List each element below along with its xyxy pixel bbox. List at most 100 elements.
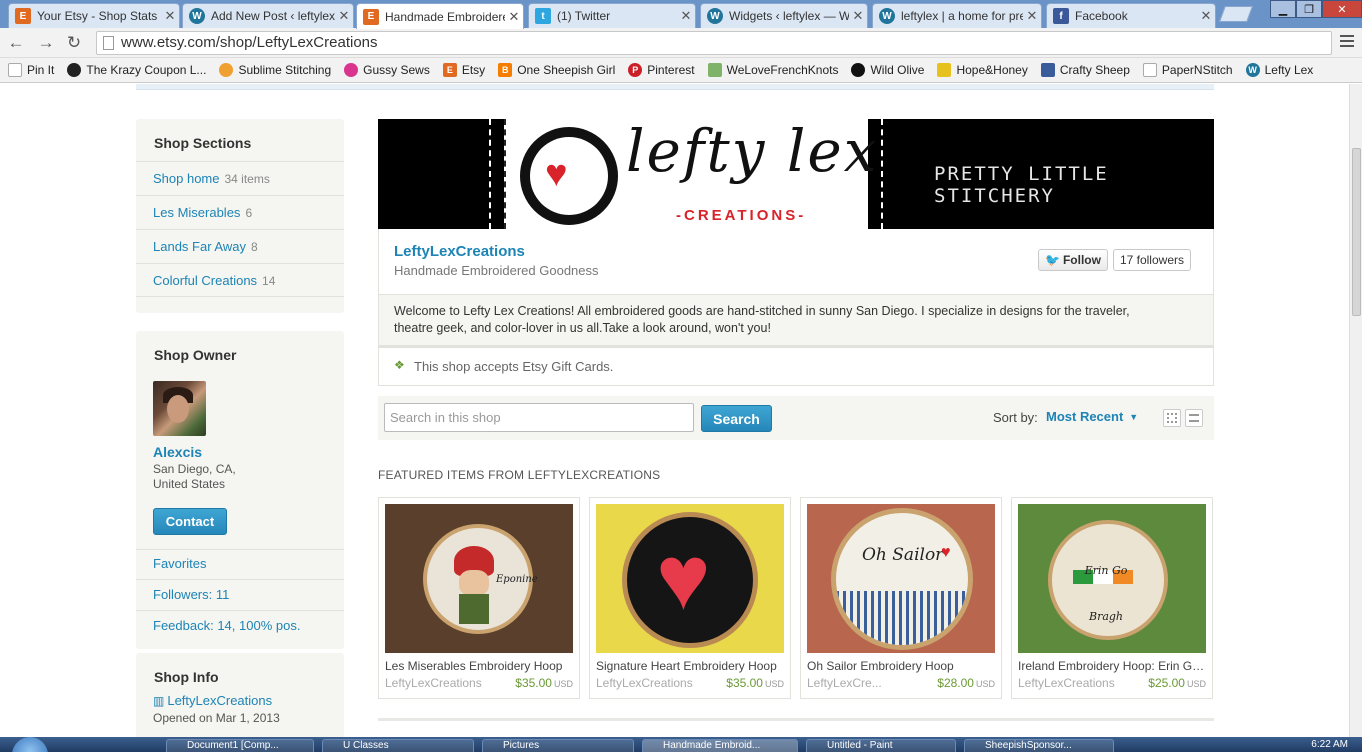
- item-title[interactable]: Les Miserables Embroidery Hoop: [385, 659, 573, 673]
- favorites-link[interactable]: Favorites: [153, 556, 206, 571]
- item-card[interactable]: Erin Go Bragh Ireland Embroidery Hoop: E…: [1011, 497, 1213, 699]
- item-card[interactable]: Oh Sailor ♥ Oh Sailor Embroidery Hoop Le…: [800, 497, 1002, 699]
- owner-name[interactable]: Alexcis: [153, 444, 202, 460]
- item-shop[interactable]: LeftyLexCreations: [1018, 676, 1115, 690]
- close-tab-icon[interactable]: ✕: [677, 8, 695, 24]
- shop-name[interactable]: LeftyLexCreations: [394, 243, 525, 260]
- close-tab-icon[interactable]: ✕: [1023, 8, 1041, 24]
- twitter-follower-count[interactable]: 17 followers: [1112, 249, 1191, 271]
- tab-your-etsy-shop-stats[interactable]: E Your Etsy - Shop Stats ✕: [8, 3, 180, 28]
- start-button-icon[interactable]: [12, 737, 48, 752]
- tab-twitter[interactable]: t (1) Twitter ✕: [528, 3, 696, 28]
- bookmark-hope-honey[interactable]: Hope&Honey: [937, 63, 1028, 77]
- sort-dropdown[interactable]: Most Recent ▼: [1046, 409, 1138, 424]
- bookmark-pin-it[interactable]: Pin It: [8, 63, 54, 77]
- item-photo[interactable]: Oh Sailor ♥: [807, 504, 995, 653]
- section-les-miserables[interactable]: Les Miserables 6: [136, 195, 344, 229]
- item-shop[interactable]: LeftyLexCre...: [807, 676, 882, 690]
- item-price: $35.00 USD: [515, 676, 573, 690]
- section-shop-home[interactable]: Shop home 34 items: [136, 161, 344, 195]
- twitter-follow-button[interactable]: 🐦 Follow: [1038, 249, 1108, 271]
- owner-location-line2: United States: [153, 477, 226, 491]
- taskbar-window-pictures[interactable]: Pictures: [482, 739, 634, 752]
- gift-card-icon: ❖: [394, 358, 405, 372]
- facebook-icon: f: [1053, 8, 1069, 24]
- page-icon: [103, 36, 114, 50]
- item-shop[interactable]: LeftyLexCreations: [385, 676, 482, 690]
- taskbar-window-paint[interactable]: Untitled - Paint: [806, 739, 956, 752]
- wordpress-icon: W: [189, 8, 205, 24]
- section-colorful-creations[interactable]: Colorful Creations 14: [136, 263, 344, 297]
- scrollbar-thumb[interactable]: [1352, 148, 1361, 316]
- item-photo[interactable]: Eponine: [385, 504, 573, 653]
- shop-search-input[interactable]: Search in this shop: [384, 403, 694, 432]
- shop-info-box: Shop Info ▥ LeftyLexCreations Opened on …: [136, 653, 344, 737]
- bookmark-welovefrenchknots[interactable]: WeLoveFrenchKnots: [707, 63, 838, 77]
- close-tab-icon[interactable]: ✕: [161, 8, 179, 24]
- tab-add-new-post[interactable]: W Add New Post ‹ leftylex ✕: [182, 3, 354, 28]
- bookmark-gussy-sews[interactable]: Gussy Sews: [344, 63, 430, 77]
- bookmark-krazy-coupon[interactable]: The Krazy Coupon L...: [67, 63, 206, 77]
- contact-button[interactable]: Contact: [153, 508, 227, 535]
- header-strip: [136, 84, 1214, 90]
- taskbar-window-sponsor[interactable]: SheepishSponsor...: [964, 739, 1114, 752]
- taskbar-clock: 6:22 AM: [1311, 739, 1348, 750]
- taskbar-window-classes[interactable]: U Classes: [322, 739, 474, 752]
- minimize-icon[interactable]: ▁: [1270, 0, 1296, 18]
- bookmark-lefty-lex[interactable]: W Lefty Lex: [1245, 63, 1313, 77]
- bookmark-sublime-stitching[interactable]: Sublime Stitching: [219, 63, 331, 77]
- item-card[interactable]: Eponine Les Miserables Embroidery Hoop L…: [378, 497, 580, 699]
- bookmark-pinterest[interactable]: P Pinterest: [628, 63, 695, 77]
- address-bar[interactable]: www.etsy.com/shop/LeftyLexCreations: [96, 31, 1332, 55]
- shop-info-shop-link[interactable]: ▥ LeftyLexCreations: [153, 693, 272, 708]
- reload-icon[interactable]: ↻: [62, 32, 86, 54]
- shop-icon: ▥: [153, 693, 165, 708]
- krazy-coupon-icon: [67, 63, 82, 77]
- close-tab-icon[interactable]: ✕: [505, 9, 523, 25]
- item-photo[interactable]: ♥: [596, 504, 784, 653]
- hope-honey-icon: [937, 63, 952, 77]
- bookmark-etsy[interactable]: E Etsy: [442, 63, 485, 77]
- item-price: $28.00 USD: [937, 676, 995, 690]
- list-view-icon[interactable]: [1185, 409, 1203, 427]
- avatar[interactable]: [153, 381, 206, 436]
- close-tab-icon[interactable]: ✕: [335, 8, 353, 24]
- item-photo[interactable]: Erin Go Bragh: [1018, 504, 1206, 653]
- item-shop[interactable]: LeftyLexCreations: [596, 676, 693, 690]
- close-tab-icon[interactable]: ✕: [849, 8, 867, 24]
- search-button[interactable]: Search: [701, 405, 772, 432]
- follow-widget: 🐦 Follow 17 followers: [1038, 249, 1191, 271]
- bookmark-wild-olive[interactable]: Wild Olive: [851, 63, 924, 77]
- browser-toolbar: ← → ↻ www.etsy.com/shop/LeftyLexCreation…: [0, 28, 1362, 58]
- bookmark-crafty-sheep[interactable]: Crafty Sheep: [1040, 63, 1130, 77]
- bookmark-papernstitch[interactable]: PaperNStitch: [1142, 63, 1233, 77]
- item-title[interactable]: Ireland Embroidery Hoop: Erin Go Bragh: [1018, 659, 1206, 673]
- item-title[interactable]: Signature Heart Embroidery Hoop: [596, 659, 784, 673]
- section-lands-far-away[interactable]: Lands Far Away 8: [136, 229, 344, 263]
- item-photo-caption: Eponine: [496, 574, 538, 585]
- feedback-link[interactable]: Feedback: 14, 100% pos.: [153, 618, 300, 633]
- forward-icon[interactable]: →: [34, 32, 58, 54]
- tab-leftylex-blog[interactable]: W leftylex | a home for pretty ✕: [872, 3, 1042, 28]
- page-scrollbar[interactable]: [1349, 84, 1362, 737]
- item-title[interactable]: Oh Sailor Embroidery Hoop: [807, 659, 995, 673]
- tab-widgets[interactable]: W Widgets ‹ leftylex — WordPress ✕: [700, 3, 868, 28]
- followers-link[interactable]: Followers: 11: [153, 587, 229, 602]
- taskbar-window-browser[interactable]: Handmade Embroid...: [642, 739, 798, 752]
- item-photo-caption: Erin Go Bragh: [1084, 564, 1128, 623]
- maximize-icon[interactable]: ❐: [1296, 0, 1322, 18]
- item-card[interactable]: ♥ Signature Heart Embroidery Hoop LeftyL…: [589, 497, 791, 699]
- window-close-icon[interactable]: ✕: [1322, 0, 1362, 18]
- taskbar-window-document[interactable]: Document1 [Comp...: [166, 739, 314, 752]
- tab-facebook[interactable]: f Facebook ✕: [1046, 3, 1216, 28]
- bookmark-one-sheepish-girl[interactable]: B One Sheepish Girl: [498, 63, 615, 77]
- page-icon: [1142, 63, 1157, 77]
- close-tab-icon[interactable]: ✕: [1197, 8, 1215, 24]
- grid-view-icon[interactable]: [1163, 409, 1181, 427]
- item-price: $25.00 USD: [1148, 676, 1206, 690]
- browser-menu-icon[interactable]: [1340, 35, 1354, 47]
- tab-handmade-embroidered[interactable]: E Handmade Embroidered ✕: [356, 3, 524, 29]
- back-icon[interactable]: ←: [4, 32, 28, 54]
- crafty-sheep-icon: [1040, 63, 1055, 77]
- new-tab-button[interactable]: [1219, 6, 1253, 22]
